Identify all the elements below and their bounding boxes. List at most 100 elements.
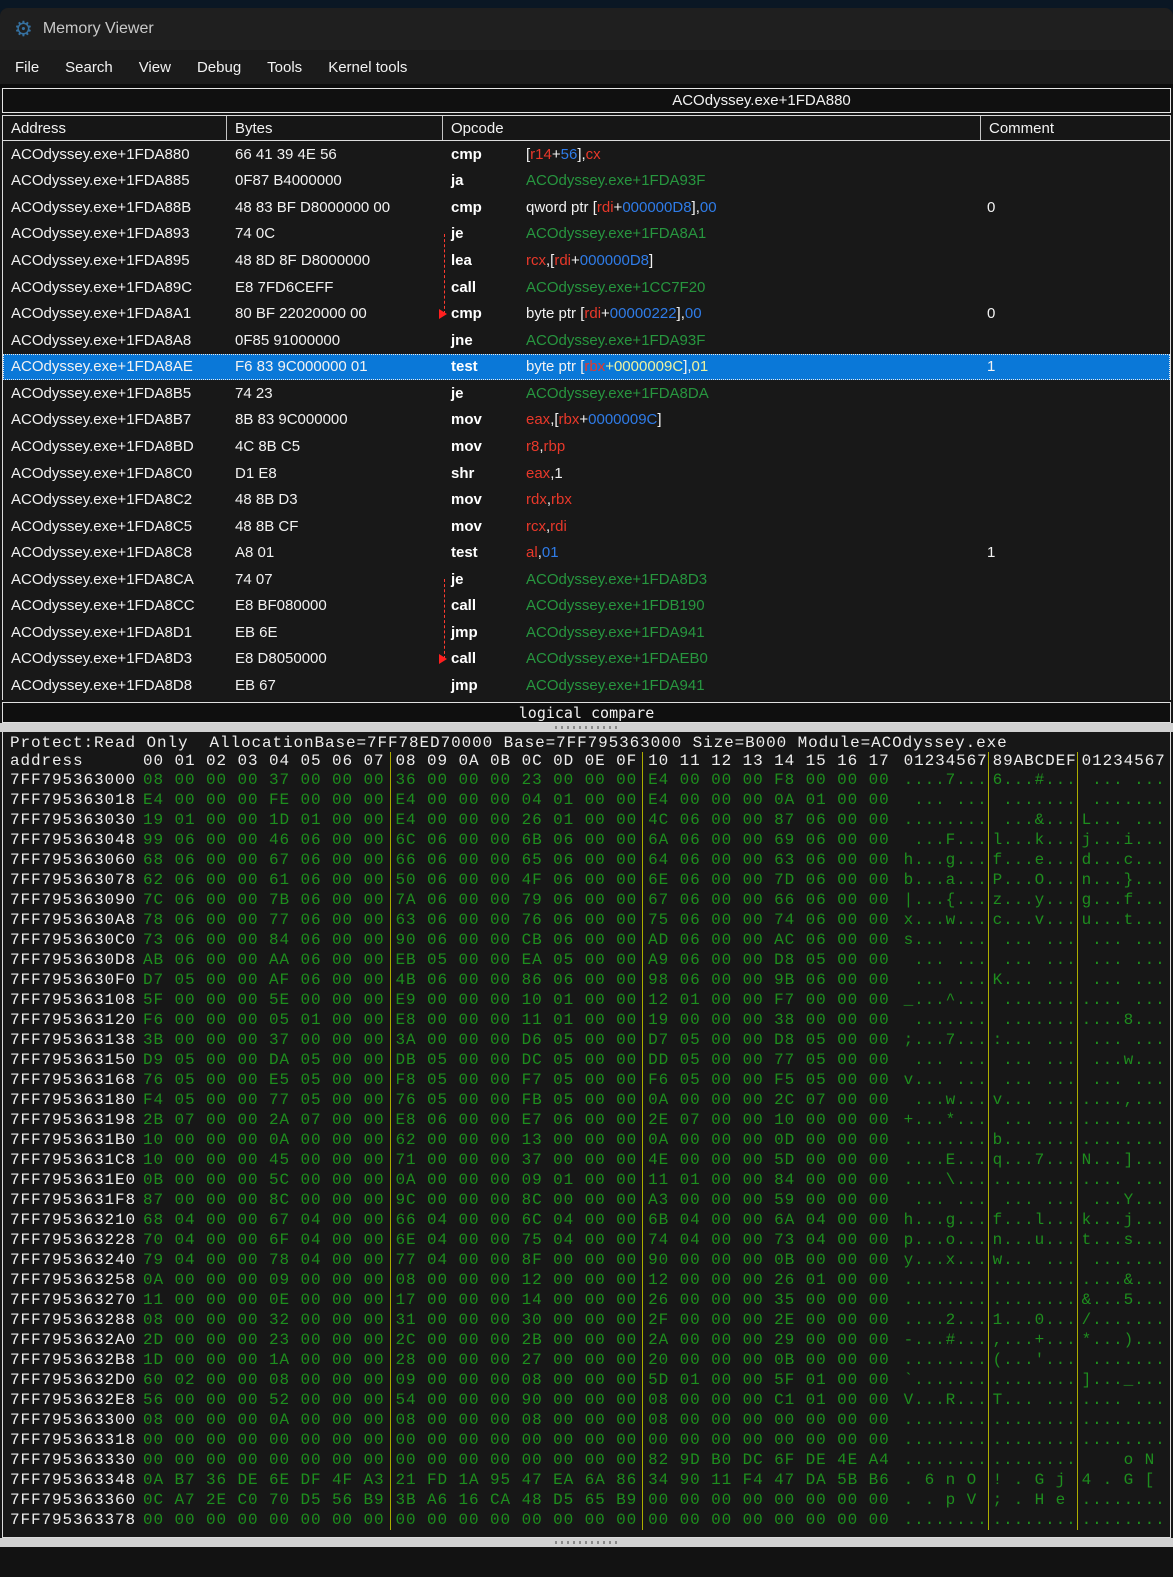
hex-row[interactable]: 7FF79536337800 00 00 00 00 00 00 0000 00… [3,1510,1170,1530]
column-header-opcode: Opcode [443,116,981,140]
disasm-row[interactable]: ACOdyssey.exe+1FDA8B574 23jeACOdyssey.ex… [3,380,1170,407]
hex-row[interactable]: 7FF7953633600C A7 2E C0 70 D5 56 B93B A6… [3,1490,1170,1510]
bottom-splitter[interactable] [0,1538,1173,1547]
disasm-row[interactable]: ACOdyssey.exe+1FDA8D1EB 6EjmpACOdyssey.e… [3,619,1170,646]
disasm-row[interactable]: ACOdyssey.exe+1FDA8CCE8 BF080000callACOd… [3,593,1170,620]
hex-bytes-group: 62 06 00 00 61 06 00 00 [143,870,391,890]
disasm-row[interactable]: ACOdyssey.exe+1FDA8A180 BF 22020000 00cm… [3,300,1170,327]
disasm-row[interactable]: ACOdyssey.exe+1FDA8C548 8B CFmovrcx,rdi [3,513,1170,540]
disasm-comment: 0 [981,305,1170,322]
jump-arrow-line [444,579,445,659]
panel-splitter[interactable] [0,723,1173,732]
hex-ascii-group: ! . G j [988,1470,1077,1490]
hex-row[interactable]: 7FF79536303019 01 00 00 1D 01 00 00E4 00… [3,810,1170,830]
disasm-row[interactable]: ACOdyssey.exe+1FDA88066 41 39 4E 56cmp[r… [3,141,1170,168]
hex-ascii-group: f...e... [988,850,1077,870]
disasm-row[interactable]: ACOdyssey.exe+1FDA88B48 83 BF D8000000 0… [3,194,1170,221]
hex-row[interactable]: 7FF7953631F887 00 00 00 8C 00 00 009C 00… [3,1190,1170,1210]
hex-row[interactable]: 7FF795363120F6 00 00 00 05 01 00 00E8 00… [3,1010,1170,1030]
hex-bytes-group: 77 04 00 00 8F 00 00 00 [396,1250,644,1270]
hex-row[interactable]: 7FF7953631982B 07 00 00 2A 07 00 00E8 06… [3,1110,1170,1130]
hex-ascii-group: ...w... [904,1090,988,1110]
hex-row[interactable]: 7FF7953631085F 00 00 00 5E 00 00 00E9 00… [3,990,1170,1010]
hex-bytes-group: 67 06 00 00 66 06 00 00 [648,890,895,910]
hex-row[interactable]: 7FF795363150D9 05 00 00 DA 05 00 00DB 05… [3,1050,1170,1070]
hex-row[interactable]: 7FF7953633480A B7 36 DE 6E DF 4F A321 FD… [3,1470,1170,1490]
hex-row[interactable]: 7FF7953630907C 06 00 00 7B 06 00 007A 06… [3,890,1170,910]
hex-row[interactable]: 7FF7953630C073 06 00 00 84 06 00 0090 06… [3,930,1170,950]
hex-row[interactable]: 7FF7953632E856 00 00 00 52 00 00 0054 00… [3,1390,1170,1410]
disasm-opcode: callACOdyssey.exe+1FDB190 [443,597,981,614]
hex-row[interactable]: 7FF79536327011 00 00 00 0E 00 00 0017 00… [3,1290,1170,1310]
hex-row[interactable]: 7FF7953632A02D 00 00 00 23 00 00 002C 00… [3,1330,1170,1350]
operands: eax,[rbx+0000009C] [526,411,662,428]
hex-row[interactable]: 7FF79536321068 04 00 00 67 04 00 0066 04… [3,1210,1170,1230]
hex-row[interactable]: 7FF7953630F0D7 05 00 00 AF 06 00 004B 06… [3,970,1170,990]
menu-item-view[interactable]: View [126,50,184,84]
disasm-row[interactable]: ACOdyssey.exe+1FDA89548 8D 8F D8000000le… [3,247,1170,274]
menu-item-search[interactable]: Search [52,50,126,84]
operands: byte ptr [rbx+0000009C],01 [526,358,708,375]
hex-row[interactable]: 7FF7953632580A 00 00 00 09 00 00 0008 00… [3,1270,1170,1290]
hex-row[interactable]: 7FF7953632B81D 00 00 00 1A 00 00 0028 00… [3,1350,1170,1370]
hex-row[interactable]: 7FF79536330008 00 00 00 0A 00 00 0008 00… [3,1410,1170,1430]
hex-row[interactable]: 7FF79536333000 00 00 00 00 00 00 0000 00… [3,1450,1170,1470]
mnemonic: jne [451,332,526,349]
hex-ascii-group: ....... [1077,790,1166,810]
hex-row[interactable]: 7FF7953631383B 00 00 00 37 00 00 003A 00… [3,1030,1170,1050]
operand: ], [677,305,685,322]
disasm-address: ACOdyssey.exe+1FDA8A8 [3,332,227,349]
disasm-row[interactable]: ACOdyssey.exe+1FDA8CA74 07jeACOdyssey.ex… [3,566,1170,593]
hex-row[interactable]: 7FF79536331800 00 00 00 00 00 00 0000 00… [3,1430,1170,1450]
hex-bytes-group: 54 00 00 00 90 00 00 00 [396,1390,644,1410]
operands: ACOdyssey.exe+1FDA941 [526,624,705,641]
disasm-row[interactable]: ACOdyssey.exe+1FDA8C8A8 01testal,011 [3,539,1170,566]
column-header-bytes: Bytes [227,116,443,140]
disasm-row[interactable]: ACOdyssey.exe+1FDA8A80F85 91000000jneACO… [3,327,1170,354]
operand: 00000222 [610,305,677,322]
disasm-opcode: callACOdyssey.exe+1CC7F20 [443,279,981,296]
hex-row[interactable]: 7FF79536300008 00 00 00 37 00 00 0036 00… [3,770,1170,790]
hex-row[interactable]: 7FF79536304899 06 00 00 46 06 00 006C 06… [3,830,1170,850]
operand: al [526,544,538,561]
menu-item-tools[interactable]: Tools [254,50,315,84]
disasm-row[interactable]: ACOdyssey.exe+1FDA8C0D1 E8shreax,1 [3,460,1170,487]
hex-row[interactable]: 7FF7953632D060 02 00 00 08 00 00 0009 00… [3,1370,1170,1390]
hex-row[interactable]: 7FF7953631B010 00 00 00 0A 00 00 0062 00… [3,1130,1170,1150]
hex-ascii-group: ........ [1077,1430,1166,1450]
hex-bytes-group: 12 00 00 00 26 01 00 00 [648,1270,895,1290]
disasm-row[interactable]: ACOdyssey.exe+1FDA8D8EB 67jmpACOdyssey.e… [3,672,1170,699]
menu-item-kernel-tools[interactable]: Kernel tools [315,50,420,84]
title-bar[interactable]: ⚙ Memory Viewer [0,8,1173,50]
disasm-row[interactable]: ACOdyssey.exe+1FDA8B78B 83 9C000000movea… [3,407,1170,434]
hex-bytes-group: 00 00 00 00 00 00 00 00 [648,1430,895,1450]
disasm-row[interactable]: ACOdyssey.exe+1FDA89CE8 7FD6CEFFcallACOd… [3,274,1170,301]
hex-row[interactable]: 7FF7953631E00B 00 00 00 5C 00 00 000A 00… [3,1170,1170,1190]
menu-item-file[interactable]: File [2,50,52,84]
hex-row[interactable]: 7FF79536316876 05 00 00 E5 05 00 00F8 05… [3,1070,1170,1090]
disasm-address: ACOdyssey.exe+1FDA8BD [3,438,227,455]
menu-item-debug[interactable]: Debug [184,50,254,84]
disasm-address-header[interactable]: ACOdyssey.exe+1FDA880 [2,88,1171,113]
hex-row[interactable]: 7FF79536322870 04 00 00 6F 04 00 006E 04… [3,1230,1170,1250]
hex-row[interactable]: 7FF795363018E4 00 00 00 FE 00 00 00E4 00… [3,790,1170,810]
disasm-row-selected[interactable]: ACOdyssey.exe+1FDA8AEF6 83 9C000000 01te… [3,354,1170,381]
hex-row[interactable]: 7FF79536328808 00 00 00 32 00 00 0031 00… [3,1310,1170,1330]
operand: rbx [559,411,580,428]
hex-row[interactable]: 7FF7953630A878 06 00 00 77 06 00 0063 06… [3,910,1170,930]
disasm-row[interactable]: ACOdyssey.exe+1FDA8850F87 B4000000jaACOd… [3,168,1170,195]
disasm-row[interactable]: ACOdyssey.exe+1FDA8C248 8B D3movrdx,rbx [3,486,1170,513]
disasm-row[interactable]: ACOdyssey.exe+1FDA89374 0CjeACOdyssey.ex… [3,221,1170,248]
hex-bytes-group: A9 06 00 00 D8 05 00 00 [648,950,895,970]
hex-row[interactable]: 7FF79536324079 04 00 00 78 04 00 0077 04… [3,1250,1170,1270]
operands: ACOdyssey.exe+1FDB190 [526,597,705,614]
hex-row[interactable]: 7FF79536307862 06 00 00 61 06 00 0050 06… [3,870,1170,890]
hex-row[interactable]: 7FF79536306068 06 00 00 67 06 00 0066 06… [3,850,1170,870]
hex-bytes-group: 90 00 00 00 0B 00 00 00 [648,1250,895,1270]
hex-row[interactable]: 7FF7953631C810 00 00 00 45 00 00 0071 00… [3,1150,1170,1170]
hex-row[interactable]: 7FF7953630D8AB 06 00 00 AA 06 00 00EB 05… [3,950,1170,970]
hex-row[interactable]: 7FF795363180F4 05 00 00 77 05 00 0076 05… [3,1090,1170,1110]
column-header-address: Address [3,116,227,140]
disasm-row[interactable]: ACOdyssey.exe+1FDA8BD4C 8B C5movr8,rbp [3,433,1170,460]
disasm-row[interactable]: ACOdyssey.exe+1FDA8D3E8 D8050000callACOd… [3,646,1170,673]
